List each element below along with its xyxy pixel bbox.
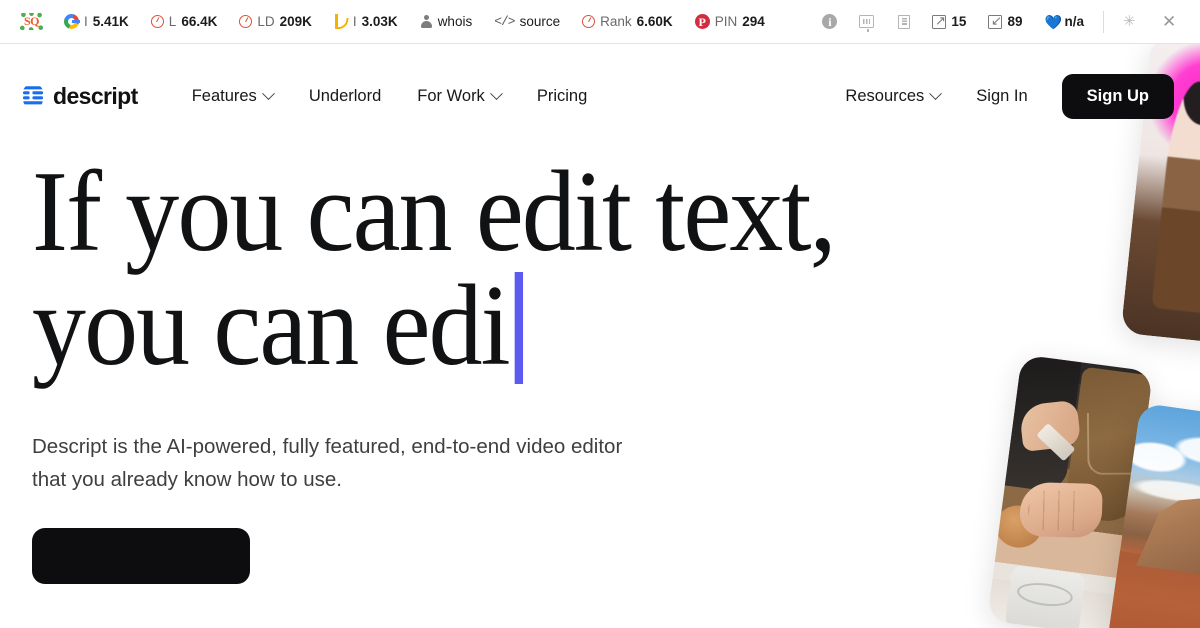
hero-cta-button[interactable] [32,528,250,585]
page-report-icon [898,14,911,29]
metric-value: 3.03K [361,14,398,29]
metric-bing-index[interactable]: I 3.03K [323,7,409,37]
google-icon [64,14,80,29]
close-icon: ✕ [1162,12,1177,31]
close-toolbar-button[interactable]: ✕ [1151,7,1190,37]
nav-item-for-work[interactable]: For Work [399,79,519,114]
hands-glass-rim [1015,580,1075,610]
seoquake-metrics-right: i 15 89 💙 n/a ✳ ✕ [811,7,1190,37]
nav-item-resources[interactable]: Resources [827,79,958,114]
external-links-icon [932,12,947,30]
internal-links-value: 89 [1007,14,1023,29]
metric-value: 209K [279,14,312,29]
metric-value: 5.41K [92,14,129,29]
descript-logo-icon [22,84,44,108]
metric-label: L [168,14,177,29]
seoquake-toolbar: SQ I 5.41K L 66.4K LD 209K I 3.03K whois [0,0,1200,44]
metric-alexa-rank[interactable]: Rank 6.60K [571,7,684,37]
health-icon: 💙 [1044,13,1062,30]
metric-google-index[interactable]: I 5.41K [53,7,140,37]
bing-icon [334,14,348,29]
moz-ring-icon [239,15,253,28]
page-content: descript Features Underlord For Work Pri… [0,44,1200,628]
nav-item-pricing[interactable]: Pricing [519,79,605,114]
external-links-value: 15 [951,14,967,29]
gear-icon: ✳ [1123,13,1136,30]
chevron-down-icon [261,86,275,100]
secondary-nav: Resources Sign In Sign Up [827,73,1174,119]
brand-name: descript [53,82,138,109]
internal-links-metric[interactable]: 89 [977,7,1033,37]
info-icon: i [822,14,838,29]
nav-item-label: Underlord [308,86,382,105]
metric-label: LD [257,14,275,29]
metric-value: 6.60K [636,14,673,29]
metric-moz-linking-domains[interactable]: LD 209K [228,7,323,37]
metric-value: 294 [742,14,765,29]
view-source-button[interactable]: </> source [483,7,571,37]
sign-up-button[interactable]: Sign Up [1061,73,1174,119]
external-links-metric[interactable]: 15 [921,7,977,37]
settings-button[interactable]: ✳ [1112,7,1151,37]
page-info-button[interactable]: i [811,7,848,37]
brand-logo[interactable]: descript [22,83,138,110]
metric-label: I [352,14,357,29]
internal-links-icon [988,12,1003,30]
whois-button[interactable]: whois [409,7,484,37]
hands-counter [987,578,1124,628]
toolbar-divider [1103,10,1104,33]
page-report-button[interactable] [885,7,921,37]
nav-item-label: Pricing [536,86,588,105]
source-code-icon: </> [494,14,515,29]
nav-item-features[interactable]: Features [174,79,291,114]
primary-nav: Features Underlord For Work Pricing [174,79,606,114]
chevron-down-icon [929,86,943,100]
health-value: n/a [1064,14,1084,29]
headline-line-1: If you can edit text, [32,148,837,276]
hero-section: If you can edit text, you can edi Descri… [0,154,1200,585]
metric-pinterest-pins[interactable]: P PIN 294 [684,7,776,37]
moz-ring-icon [582,15,596,28]
source-label: source [519,14,561,29]
moz-ring-icon [150,15,164,28]
hero-headline: If you can edit text, you can edi [32,154,1118,384]
text-caret [514,271,523,384]
seoquake-metrics-left: SQ I 5.41K L 66.4K LD 209K I 3.03K whois [10,7,811,37]
metric-moz-links[interactable]: L 66.4K [140,7,229,37]
nav-item-underlord[interactable]: Underlord [291,79,399,114]
nav-item-label: For Work [417,86,485,105]
seoquake-logo-icon: SQ [20,11,43,32]
seoquake-logo-button[interactable]: SQ [10,7,53,37]
metric-label: Rank [600,14,632,29]
monitor-chart-icon [859,15,875,32]
metric-value: 66.4K [181,14,218,29]
health-metric[interactable]: 💙 n/a [1033,7,1095,37]
nav-item-label: Features [191,86,257,105]
nav-item-label: Resources [845,86,925,105]
hero-subheadline: Descript is the AI-powered, fully featur… [32,434,623,491]
person-icon [420,14,433,29]
pinterest-icon: P [694,14,710,29]
metric-label: I [84,14,88,29]
headline-line-2: you can edi [32,261,511,390]
chevron-down-icon [489,86,503,100]
page-diagnosis-button[interactable] [848,7,885,37]
metric-label: PIN [714,14,738,29]
site-navbar: descript Features Underlord For Work Pri… [0,44,1200,148]
nav-item-sign-in[interactable]: Sign In [958,79,1045,114]
whois-label: whois [437,14,473,29]
nav-item-label: Sign In [976,86,1028,105]
headline-line-2-wrapper: you can edi [32,268,1118,384]
